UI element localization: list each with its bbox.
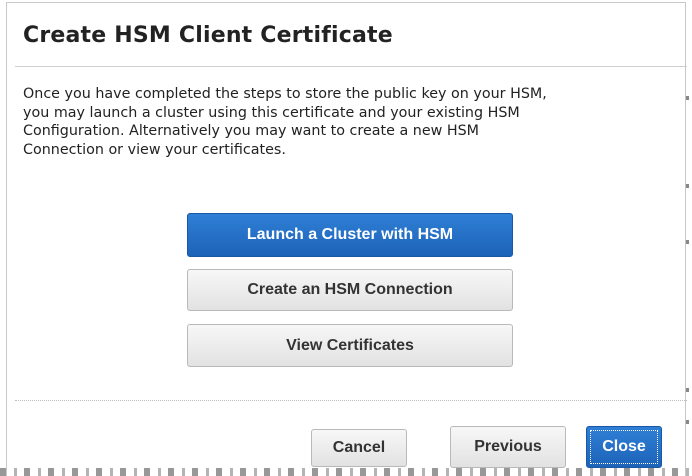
close-button-label: Close: [590, 430, 658, 464]
view-certificates-button[interactable]: View Certificates: [187, 324, 513, 367]
description-line: Connection or view your certificates.: [23, 141, 286, 158]
description-line: Configuration. Alternatively you may wan…: [23, 123, 480, 139]
description-line: you may launch a cluster using this cert…: [23, 104, 520, 121]
background-edge-mark: [686, 240, 689, 244]
dialog-title: Create HSM Client Certificate: [23, 23, 393, 48]
cancel-button[interactable]: Cancel: [311, 429, 407, 467]
create-hsm-client-certificate-dialog: Create HSM Client Certificate Once you h…: [6, 2, 687, 476]
background-edge-mark: [686, 96, 689, 100]
background-page-fragment: [0, 468, 692, 476]
previous-button[interactable]: Previous: [450, 426, 566, 468]
background-edge-mark: [686, 184, 689, 188]
launch-cluster-with-hsm-button[interactable]: Launch a Cluster with HSM: [187, 213, 513, 257]
description-line: Once you have completed the steps to sto…: [23, 86, 547, 102]
footer-divider: [15, 400, 687, 401]
dialog-description: Once you have completed the steps to sto…: [23, 85, 679, 159]
close-button[interactable]: Close: [586, 426, 662, 468]
title-divider: [15, 66, 687, 67]
create-hsm-connection-button[interactable]: Create an HSM Connection: [187, 269, 513, 311]
background-edge-mark: [686, 388, 689, 392]
background-edge-mark: [686, 420, 689, 424]
